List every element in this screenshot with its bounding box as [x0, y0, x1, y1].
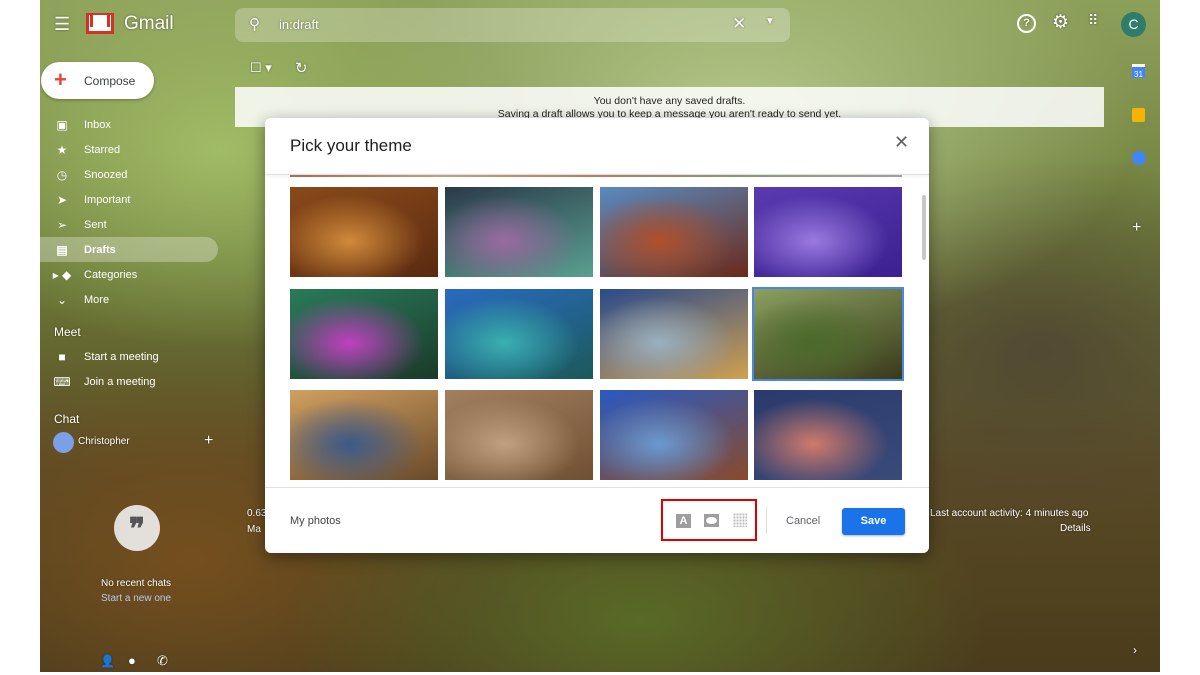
sidebar-item-more[interactable]: ⌄ More [40, 287, 218, 312]
search-icon[interactable]: ⚲ [249, 15, 260, 33]
theme-thumbnail-storm-sky[interactable] [754, 390, 902, 480]
label: Sent [84, 218, 107, 231]
label: Inbox [84, 118, 111, 131]
keep-icon[interactable] [1132, 108, 1145, 122]
tasks-icon[interactable] [1132, 151, 1146, 165]
theme-thumbnail-bokeh-lights[interactable] [445, 187, 593, 277]
theme-dialog: Pick your theme ✕ My photos A Cancel Sav… [265, 118, 929, 553]
expand-panel-icon[interactable]: › [1133, 643, 1137, 657]
sidebar-item-snoozed[interactable]: ◷ Snoozed [40, 162, 218, 187]
sidebar-item-drafts[interactable]: ▤ Drafts [40, 237, 218, 262]
label: Start a meeting [84, 350, 159, 363]
label: Drafts [84, 243, 116, 256]
chat-user-name[interactable]: Christopher [78, 436, 130, 447]
start-meeting[interactable]: ■ Start a meeting [40, 344, 218, 369]
label: Join a meeting [84, 375, 156, 388]
refresh-icon[interactable]: ↻ [295, 59, 308, 77]
theme-thumbnail-rainbow-water[interactable] [290, 289, 438, 379]
meet-heading: Meet [54, 325, 81, 339]
apps-icon[interactable]: ⠿ [1088, 12, 1098, 29]
tools-divider [766, 508, 767, 534]
plus-icon: + [54, 67, 67, 92]
sidebar-item-important[interactable]: ➤ Important [40, 187, 218, 212]
gmail-logo [86, 13, 114, 34]
label: Snoozed [84, 168, 128, 181]
search-options-icon[interactable]: ▼ [765, 16, 775, 27]
inbox-icon: ▣ [56, 117, 68, 132]
theme-thumbnail-desert-rock[interactable] [445, 390, 593, 480]
label: More [84, 293, 110, 306]
my-photos-button[interactable]: My photos [290, 515, 341, 527]
chat-user-avatar [53, 432, 74, 453]
theme-thumbnail-canyon[interactable] [600, 187, 748, 277]
hangouts-icon: ❞ [114, 505, 160, 551]
star-icon: ★ [56, 142, 68, 157]
search-input[interactable]: in:draft [279, 17, 319, 32]
app-name: Gmail [124, 13, 174, 34]
theme-thumbnail-lake-tahoe[interactable] [445, 289, 593, 379]
theme-thumbnail-beach[interactable] [600, 289, 748, 379]
add-chat-icon[interactable]: + [204, 432, 213, 450]
label: Important [84, 193, 131, 206]
clock-icon: ◷ [56, 167, 68, 182]
manage-link[interactable]: Ma [247, 524, 261, 535]
sidebar-item-inbox[interactable]: ▣ Inbox [40, 112, 218, 137]
banner-line1: You don't have any saved drafts. [593, 95, 746, 107]
theme-thumbnail-skyscrapers[interactable] [600, 390, 748, 480]
theme-thumbnail-golden-gate[interactable] [290, 390, 438, 480]
sidebar-item-sent[interactable]: ➢ Sent [40, 212, 218, 237]
label: Starred [84, 143, 121, 156]
footer-divider [265, 487, 929, 488]
avatar[interactable]: C [1121, 12, 1146, 37]
sidebar-item-categories[interactable]: ▸ ◆ Categories [40, 262, 218, 287]
no-chats-text: No recent chats [101, 578, 172, 589]
calendar-icon[interactable]: 31 [1132, 64, 1145, 79]
search-bar[interactable]: ⚲ in:draft ✕ ▼ [235, 8, 790, 42]
phone-icon[interactable]: ✆ [157, 653, 168, 669]
blur-icon[interactable] [733, 513, 747, 527]
save-button[interactable]: Save [842, 508, 905, 535]
text-background-icon[interactable]: A [676, 514, 691, 528]
clear-icon[interactable]: ✕ [732, 14, 746, 34]
select-checkbox[interactable]: ☐ ▾ [250, 60, 272, 76]
send-icon: ➢ [56, 217, 68, 232]
video-icon: ■ [58, 349, 66, 364]
important-icon: ➤ [56, 192, 68, 207]
sidebar-item-starred[interactable]: ★ Starred [40, 137, 218, 162]
close-icon[interactable]: ✕ [894, 132, 909, 153]
help-icon[interactable]: ? [1017, 14, 1036, 33]
label: Categories [84, 268, 138, 281]
cancel-button[interactable]: Cancel [786, 515, 820, 527]
theme-thumbnail-autumn-leaves[interactable] [290, 187, 438, 277]
chevron-down-icon: ⌄ [56, 292, 68, 307]
keyboard-icon: ⌨ [53, 374, 71, 389]
gmail-window: ☰ Gmail ⚲ in:draft ✕ ▼ ? ⚙ ⠿ C ☐ ▾ ↻ + C… [40, 0, 1160, 672]
scrollbar[interactable] [922, 195, 926, 260]
previous-row-edge [290, 175, 902, 177]
add-addon-icon[interactable]: + [1132, 219, 1141, 237]
chat-bubble-icon[interactable]: ● [128, 653, 136, 668]
settings-icon[interactable]: ⚙ [1052, 11, 1069, 34]
storage-usage: 0.63 [247, 508, 267, 519]
compose-label: Compose [84, 74, 136, 88]
menu-icon[interactable]: ☰ [54, 14, 70, 35]
dialog-title: Pick your theme [290, 136, 412, 155]
draft-icon: ▤ [56, 242, 68, 257]
compose-button[interactable]: + Compose [41, 62, 154, 99]
label-icon: ▸ ◆ [52, 267, 72, 282]
last-activity: Last account activity: 4 minutes ago [930, 508, 1089, 519]
contacts-icon[interactable]: 👤 [100, 654, 115, 668]
theme-thumbnail-forest[interactable] [752, 287, 904, 381]
join-meeting[interactable]: ⌨ Join a meeting [40, 369, 218, 394]
details-link[interactable]: Details [1060, 523, 1091, 534]
theme-thumbnail-jellyfish[interactable] [754, 187, 902, 277]
chat-heading: Chat [54, 412, 80, 426]
vignette-icon[interactable] [704, 514, 719, 527]
start-new-chat-link[interactable]: Start a new one [101, 593, 171, 604]
